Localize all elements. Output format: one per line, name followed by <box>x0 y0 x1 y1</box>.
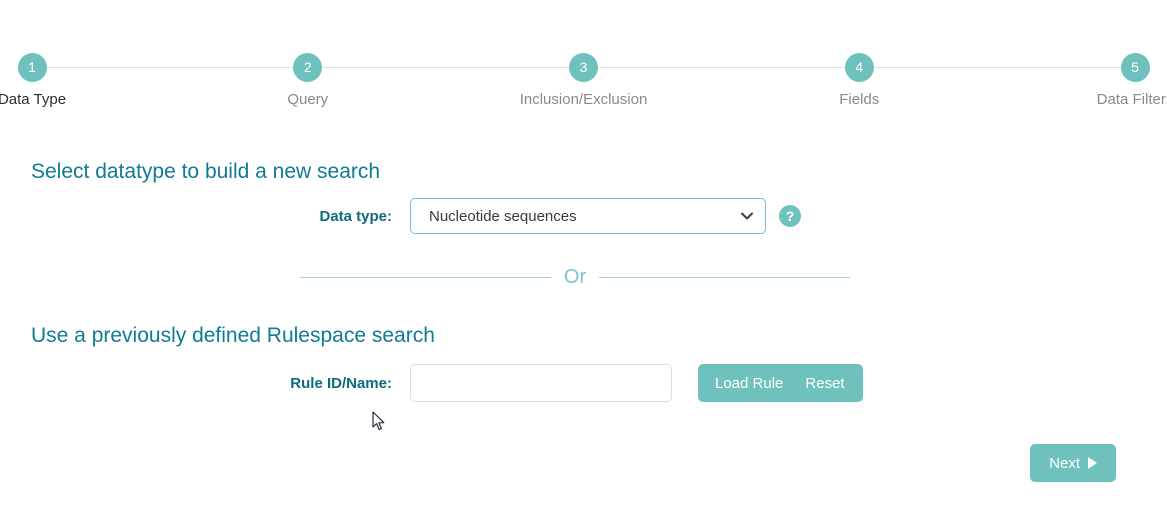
wizard-stepper: 1 Data Type 2 Query 3 Inclusion/Exclusio… <box>0 0 1167 130</box>
step-number-circle-4[interactable]: 4 <box>844 53 874 82</box>
step-connector-1-2 <box>40 67 300 68</box>
rule-id-input[interactable] <box>410 364 672 402</box>
step-number-circle-5[interactable]: 5 <box>1120 53 1150 82</box>
next-button-label: Next <box>1049 454 1080 472</box>
step-connector-2-3 <box>315 67 576 68</box>
step-number-circle-2[interactable]: 2 <box>293 53 323 82</box>
or-divider-text: Or <box>563 266 587 288</box>
load-rule-button[interactable]: Load Rule <box>698 364 794 402</box>
rule-id-label: Rule ID/Name: <box>290 374 392 392</box>
step-label-inclusion-exclusion: Inclusion/Exclusion <box>519 91 648 108</box>
new-search-heading: Select datatype to build a new search <box>31 160 381 183</box>
stepper-track: 1 Data Type 2 Query 3 Inclusion/Exclusio… <box>0 53 1167 108</box>
step-connector-4-5 <box>867 67 1127 68</box>
rulespace-heading: Use a previously defined Rulespace searc… <box>31 324 435 347</box>
step-label-data-filters: Data Filters <box>1096 91 1167 108</box>
step-label-fields: Fields <box>839 91 880 108</box>
rule-id-form-row: Rule ID/Name: Load Rule Reset <box>0 364 880 402</box>
reset-button[interactable]: Reset <box>794 364 862 402</box>
or-divider-line-left <box>300 277 551 278</box>
or-divider: Or <box>300 266 850 289</box>
data-type-label: Data type: <box>319 207 392 225</box>
help-question-icon[interactable]: ? <box>779 205 801 227</box>
rule-action-button-group: Load Rule Reset <box>698 364 863 402</box>
next-button[interactable]: Next <box>1030 444 1116 482</box>
step-number-circle-1[interactable]: 1 <box>17 53 47 82</box>
data-type-form-row: Data type: Nucleotide sequences ? <box>0 198 810 234</box>
or-divider-line-right <box>599 277 850 278</box>
mouse-cursor <box>372 411 386 432</box>
step-label-data-type: Data Type <box>0 91 67 108</box>
arrow-right-triangle-icon <box>1088 457 1097 469</box>
step-label-query: Query <box>287 91 329 108</box>
step-number-circle-3[interactable]: 3 <box>569 53 598 82</box>
step-connector-3-4 <box>591 67 852 68</box>
data-type-select-wrapper: Nucleotide sequences <box>410 198 766 234</box>
data-type-select[interactable]: Nucleotide sequences <box>410 198 766 234</box>
